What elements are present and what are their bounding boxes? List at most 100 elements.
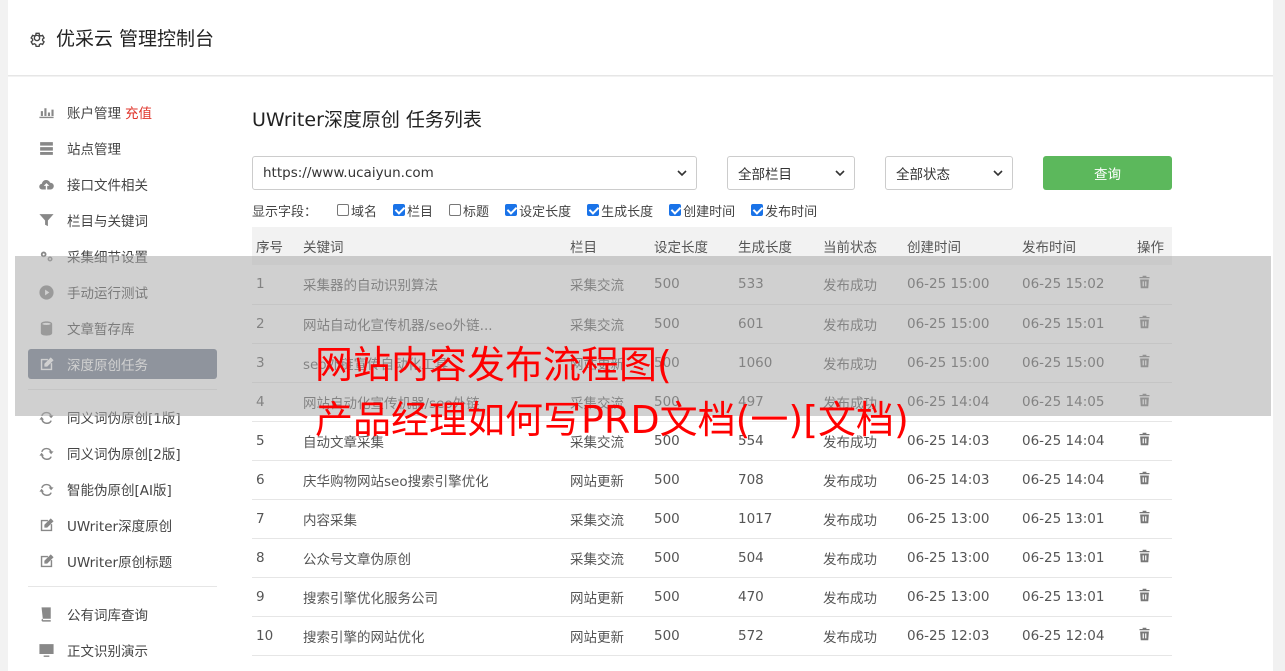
table-cell: 500 bbox=[650, 499, 734, 539]
trash-icon[interactable] bbox=[1137, 587, 1152, 603]
field-toggle[interactable]: 发布时间 bbox=[751, 201, 817, 220]
cloud-upload-icon bbox=[39, 179, 54, 189]
filter-bar: https://www.ucaiyun.com 全部栏目 全部状态 查询 bbox=[252, 156, 1172, 190]
table-cell: 500 bbox=[650, 538, 734, 578]
sidebar-item-label: UWriter深度原创 bbox=[67, 519, 173, 535]
status-cell: 发布成功 bbox=[819, 616, 903, 656]
table-cell: 网站更新 bbox=[566, 460, 650, 500]
sidebar-item-12[interactable]: UWriter深度原创 bbox=[28, 510, 217, 540]
table-cell: 采集交流 bbox=[566, 538, 650, 578]
status-select[interactable]: 全部状态 bbox=[885, 156, 1013, 190]
display-fields-label: 显示字段： bbox=[252, 204, 318, 220]
site-select[interactable]: https://www.ucaiyun.com bbox=[252, 156, 697, 190]
table-cell: 6 bbox=[252, 460, 299, 500]
table-cell: 500 bbox=[650, 577, 734, 617]
field-toggle[interactable]: 创建时间 bbox=[669, 201, 735, 220]
display-fields: 显示字段： 域名 栏目 标题 设定长度 生成长度 创建时间 发布时间 bbox=[252, 200, 1172, 220]
sidebar-item-2[interactable]: 站点管理 bbox=[28, 133, 217, 163]
sidebar-item-1[interactable]: 账户管理 充值 bbox=[28, 97, 217, 127]
vertical-scrollbar[interactable] bbox=[1273, 0, 1285, 671]
table-cell: 搜索引擎优化服务公司 bbox=[299, 577, 566, 617]
top-header: 优采云 管理控制台 bbox=[8, 0, 1273, 76]
edit-icon bbox=[40, 517, 54, 531]
table-cell: 06-25 14:04 bbox=[1018, 460, 1133, 500]
field-label: 栏目 bbox=[407, 204, 434, 220]
sidebar-item-label: 智能伪原创[AI版] bbox=[67, 483, 172, 499]
field-toggle[interactable]: 域名 bbox=[337, 201, 377, 220]
table-cell: 06-25 14:03 bbox=[903, 421, 1018, 461]
trash-icon[interactable] bbox=[1137, 509, 1152, 525]
table-cell: 5 bbox=[252, 421, 299, 461]
table-cell: 06-25 12:04 bbox=[1018, 616, 1133, 656]
sidebar-item-14[interactable]: 公有词库查询 bbox=[28, 599, 217, 629]
app-title: 优采云 管理控制台 bbox=[56, 28, 215, 50]
table-cell: 1017 bbox=[734, 499, 819, 539]
sidebar-divider bbox=[28, 586, 217, 587]
checkbox[interactable] bbox=[751, 204, 764, 216]
table-cell: 500 bbox=[650, 460, 734, 500]
field-label: 发布时间 bbox=[765, 204, 818, 220]
table-cell: 内容采集 bbox=[299, 499, 566, 539]
sidebar-item-3[interactable]: 接口文件相关 bbox=[28, 169, 217, 199]
table-cell: 网站更新 bbox=[566, 577, 650, 617]
table-cell: 06-25 14:04 bbox=[1018, 421, 1133, 461]
action-cell bbox=[1133, 499, 1172, 539]
table-cell: 06-25 12:03 bbox=[903, 616, 1018, 656]
table-cell: 708 bbox=[734, 460, 819, 500]
sidebar-item-13[interactable]: UWriter原创标题 bbox=[28, 546, 217, 576]
sidebar-item-15[interactable]: 正文识别演示 bbox=[28, 635, 217, 665]
sidebar-item-4[interactable]: 栏目与关键词 bbox=[28, 205, 217, 235]
checkbox[interactable] bbox=[587, 204, 600, 216]
sidebar-item-label: UWriter原创标题 bbox=[67, 555, 173, 571]
status-cell: 发布成功 bbox=[819, 577, 903, 617]
field-toggle[interactable]: 栏目 bbox=[393, 201, 433, 220]
book-icon bbox=[41, 606, 51, 622]
gear-icon[interactable] bbox=[28, 29, 46, 47]
overlay-title: 网站内容发布流程图( 产品经理如何写PRD文档(一)[文档) bbox=[315, 338, 909, 448]
table-cell: 06-25 13:00 bbox=[903, 538, 1018, 578]
checkbox[interactable] bbox=[505, 204, 518, 216]
sidebar-item-10[interactable]: 同义词伪原创[2版] bbox=[28, 438, 217, 468]
action-cell bbox=[1133, 538, 1172, 578]
checkbox[interactable] bbox=[393, 204, 406, 216]
action-cell bbox=[1133, 421, 1172, 461]
field-toggle[interactable]: 标题 bbox=[449, 201, 489, 220]
table-cell: 7 bbox=[252, 499, 299, 539]
chevron-down-icon bbox=[993, 170, 1003, 177]
column-select-value: 全部栏目 bbox=[738, 167, 792, 183]
sidebar-item-label: 账户管理 bbox=[67, 106, 121, 122]
checkbox[interactable] bbox=[669, 204, 682, 216]
page-title: UWriter深度原创 任务列表 bbox=[252, 109, 482, 131]
table-cell: 采集交流 bbox=[566, 499, 650, 539]
field-label: 域名 bbox=[351, 204, 378, 220]
table-cell: 504 bbox=[734, 538, 819, 578]
checkbox[interactable] bbox=[449, 204, 462, 216]
sidebar-item-label: 接口文件相关 bbox=[67, 178, 148, 194]
table-row: 8 公众号文章伪原创 采集交流 500 504 发布成功 06-25 13:00 06-25 … bbox=[252, 538, 1172, 578]
trash-icon[interactable] bbox=[1137, 548, 1152, 564]
table-cell: 470 bbox=[734, 577, 819, 617]
field-toggle[interactable]: 设定长度 bbox=[505, 201, 571, 220]
table-cell: 06-25 13:00 bbox=[903, 499, 1018, 539]
trash-icon[interactable] bbox=[1137, 626, 1152, 642]
overlay-title-line2: 产品经理如何写PRD文档(一)[文档) bbox=[315, 398, 909, 442]
table-cell: 10 bbox=[252, 616, 299, 656]
table-cell: 06-25 13:00 bbox=[903, 577, 1018, 617]
field-label: 创建时间 bbox=[683, 204, 736, 220]
table-row: 9 搜索引擎优化服务公司 网站更新 500 470 发布成功 06-25 13:00 06-2… bbox=[252, 577, 1172, 617]
query-button[interactable]: 查询 bbox=[1043, 156, 1172, 190]
status-cell: 发布成功 bbox=[819, 538, 903, 578]
sidebar-item-11[interactable]: 智能伪原创[AI版] bbox=[28, 474, 217, 504]
sidebar-item-label: 同义词伪原创[2版] bbox=[67, 447, 181, 463]
recharge-badge[interactable]: 充值 bbox=[125, 102, 152, 122]
site-select-value: https://www.ucaiyun.com bbox=[263, 165, 434, 181]
field-toggle[interactable]: 生成长度 bbox=[587, 201, 653, 220]
checkbox[interactable] bbox=[337, 204, 350, 216]
action-cell bbox=[1133, 577, 1172, 617]
column-select[interactable]: 全部栏目 bbox=[727, 156, 855, 190]
table-cell: 06-25 13:01 bbox=[1018, 499, 1133, 539]
status-cell: 发布成功 bbox=[819, 499, 903, 539]
field-label: 标题 bbox=[463, 204, 490, 220]
trash-icon[interactable] bbox=[1137, 431, 1152, 447]
trash-icon[interactable] bbox=[1137, 470, 1152, 486]
